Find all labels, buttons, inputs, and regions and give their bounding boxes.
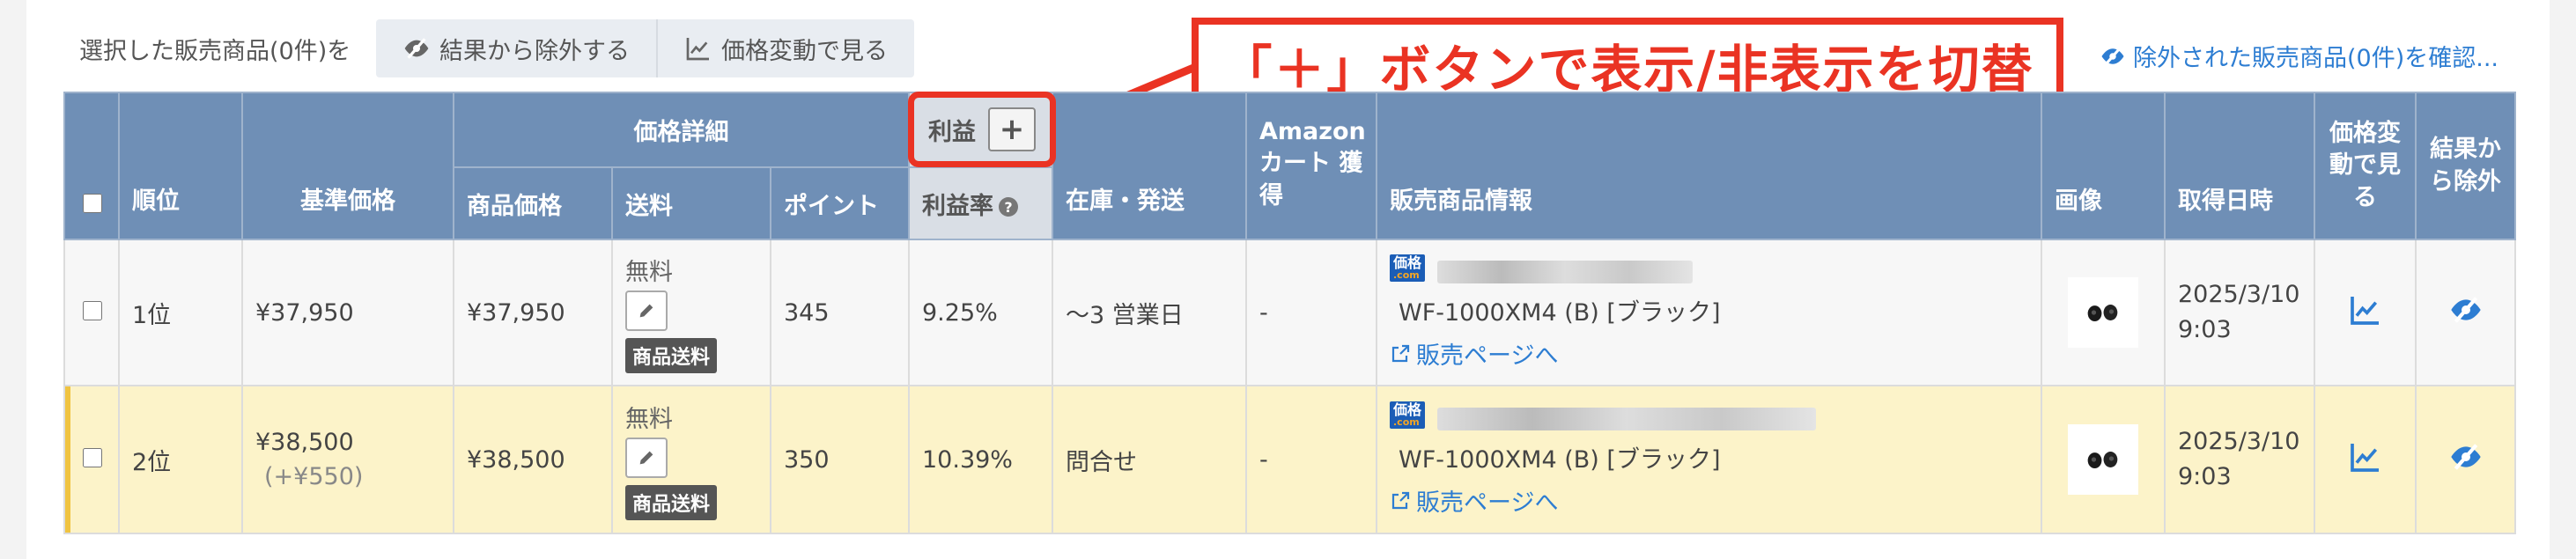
- sales-page-link-label: 販売ページへ: [1416, 489, 1559, 518]
- shipping-value: 無料: [625, 258, 673, 286]
- rank-cell: 1位: [118, 239, 243, 386]
- base-price-diff: (+¥550): [264, 463, 364, 490]
- eye-slash-icon: [2101, 46, 2124, 66]
- line-chart-icon: [686, 38, 709, 61]
- help-icon[interactable]: ?: [999, 197, 1018, 217]
- external-link-icon: [1391, 491, 1410, 509]
- image-cell: [2041, 385, 2166, 534]
- item-name: WF-1000XM4 (B) [ブラック]: [1399, 299, 1721, 327]
- fetched-at-cell: 2025/3/10 9:03: [2164, 239, 2315, 386]
- blurred-shop-name: [1437, 260, 1694, 283]
- sales-page-link[interactable]: 販売ページへ: [1390, 336, 2028, 371]
- shop-logo: 価格 .com: [1390, 254, 1426, 283]
- row-select-cell: [63, 239, 120, 386]
- rank-cell: 2位: [118, 385, 243, 534]
- exclude-header: 結果から除外: [2415, 92, 2516, 240]
- shipping-cell: 無料 商品送料: [611, 385, 771, 534]
- row-checkbox[interactable]: [83, 447, 102, 467]
- product-image: [2068, 424, 2138, 495]
- base-price-cell: ¥37,950: [241, 239, 454, 386]
- blurred-shop-name: [1437, 407, 1817, 430]
- shipping-value: 無料: [625, 405, 673, 433]
- profit-rate-cell: 9.25%: [908, 239, 1053, 386]
- view-price-change-button[interactable]: 価格変動で見る: [656, 19, 914, 77]
- image-cell: [2041, 239, 2166, 386]
- line-chart-icon[interactable]: [2348, 292, 2383, 327]
- item-name: WF-1000XM4 (B) [ブラック]: [1399, 446, 1721, 474]
- points-header[interactable]: ポイント: [770, 166, 910, 240]
- price-results-table: 順位 基準価格 価格詳細 在庫・発送 Amazon カート 獲得 販売商品情報 …: [63, 92, 2516, 534]
- price-change-cell: [2314, 239, 2417, 386]
- exclude-from-results-button[interactable]: 結果から除外する: [376, 19, 656, 77]
- seller-info-cell: 価格 .com WF-1000XM4 (B) [ブラック] 販売ページへ: [1376, 239, 2042, 386]
- points-cell: 345: [770, 239, 910, 386]
- base-price-value: ¥37,950: [255, 298, 354, 327]
- exclude-cell: [2415, 385, 2516, 534]
- table-row: 2位 ¥38,500 (+¥550) ¥38,500 無料 商品送料 350 1…: [63, 385, 2516, 534]
- excluded-items-link-label: 除外された販売商品(0件)を確認...: [2133, 45, 2498, 72]
- select-all-checkbox[interactable]: [83, 194, 102, 213]
- profit-header-label: 利益: [928, 118, 976, 146]
- base-price-value: ¥38,500: [255, 429, 354, 456]
- amazon-cart-header[interactable]: Amazon カート 獲得: [1245, 92, 1377, 240]
- item-price-header[interactable]: 商品価格: [453, 166, 613, 240]
- base-price-cell: ¥38,500 (+¥550): [241, 385, 454, 534]
- price-change-button-label: 価格変動で見る: [721, 37, 888, 65]
- bulk-action-group: 結果から除外する 価格変動で見る: [376, 19, 914, 77]
- base-price-header[interactable]: 基準価格: [241, 92, 454, 240]
- rank-header[interactable]: 順位: [118, 92, 243, 240]
- points-cell: 350: [770, 385, 910, 534]
- eye-slash-icon[interactable]: [2448, 292, 2484, 327]
- image-header: 画像: [2041, 92, 2166, 240]
- profit-header-highlight: 利益 +: [908, 92, 1056, 167]
- shipping-header[interactable]: 送料: [611, 166, 771, 240]
- seller-info-header: 販売商品情報: [1376, 92, 2042, 240]
- excluded-items-link[interactable]: 除外された販売商品(0件)を確認...: [2100, 39, 2498, 73]
- eye-slash-icon: [404, 38, 429, 59]
- sales-page-link-label: 販売ページへ: [1416, 342, 1559, 371]
- seller-info-cell: 価格 .com WF-1000XM4 (B) [ブラック] 販売ページへ: [1376, 385, 2042, 534]
- exclude-cell: [2415, 239, 2516, 386]
- edit-shipping-button[interactable]: [625, 290, 668, 331]
- shipping-cell: 無料 商品送料: [611, 239, 771, 386]
- selected-items-label: 選択した販売商品(0件)を: [79, 38, 351, 65]
- line-chart-icon[interactable]: [2348, 439, 2383, 474]
- stock-header[interactable]: 在庫・発送: [1052, 92, 1247, 240]
- amazon-cart-cell: -: [1245, 239, 1377, 386]
- product-image: [2068, 277, 2138, 348]
- profit-rate-label: 利益率: [922, 192, 993, 220]
- price-change-header: 価格変動で見る: [2314, 92, 2417, 240]
- fetched-at-header[interactable]: 取得日時: [2164, 92, 2315, 240]
- stock-cell: 〜3 営業日: [1052, 239, 1247, 386]
- profit-toggle-button[interactable]: +: [988, 107, 1036, 151]
- amazon-cart-cell: -: [1245, 385, 1377, 534]
- select-all-header: [63, 92, 120, 240]
- external-link-icon: [1391, 344, 1410, 362]
- profit-rate-header[interactable]: 利益率?: [908, 166, 1053, 240]
- price-change-cell: [2314, 385, 2417, 534]
- shipping-badge: 商品送料: [625, 337, 718, 373]
- fetched-at-cell: 2025/3/10 9:03: [2164, 385, 2315, 534]
- stock-cell: 問合せ: [1052, 385, 1247, 534]
- row-checkbox[interactable]: [83, 300, 102, 320]
- pencil-icon: [639, 451, 653, 464]
- profit-header: 利益 +: [914, 98, 1050, 161]
- edit-shipping-button[interactable]: [625, 437, 668, 478]
- table-row: 1位 ¥37,950 ¥37,950 無料 商品送料 345 9.25% 〜3 …: [63, 239, 2516, 386]
- pencil-icon: [639, 304, 653, 317]
- shipping-badge: 商品送料: [625, 484, 718, 520]
- seller-info-line: 価格 .com: [1390, 254, 2028, 285]
- item-price-cell: ¥38,500: [453, 385, 613, 534]
- sales-page-link[interactable]: 販売ページへ: [1390, 483, 2028, 518]
- shop-logo: 価格 .com: [1390, 401, 1426, 430]
- profit-rate-cell: 10.39%: [908, 385, 1053, 534]
- price-details-header: 価格詳細: [453, 92, 910, 168]
- exclude-button-label: 結果から除外する: [439, 37, 630, 65]
- header-row-top: 順位 基準価格 価格詳細 在庫・発送 Amazon カート 獲得 販売商品情報 …: [63, 92, 2516, 240]
- seller-info-line: 価格 .com: [1390, 401, 2028, 432]
- eye-slash-icon[interactable]: [2448, 439, 2484, 474]
- row-select-cell: [63, 385, 120, 534]
- item-price-cell: ¥37,950: [453, 239, 613, 386]
